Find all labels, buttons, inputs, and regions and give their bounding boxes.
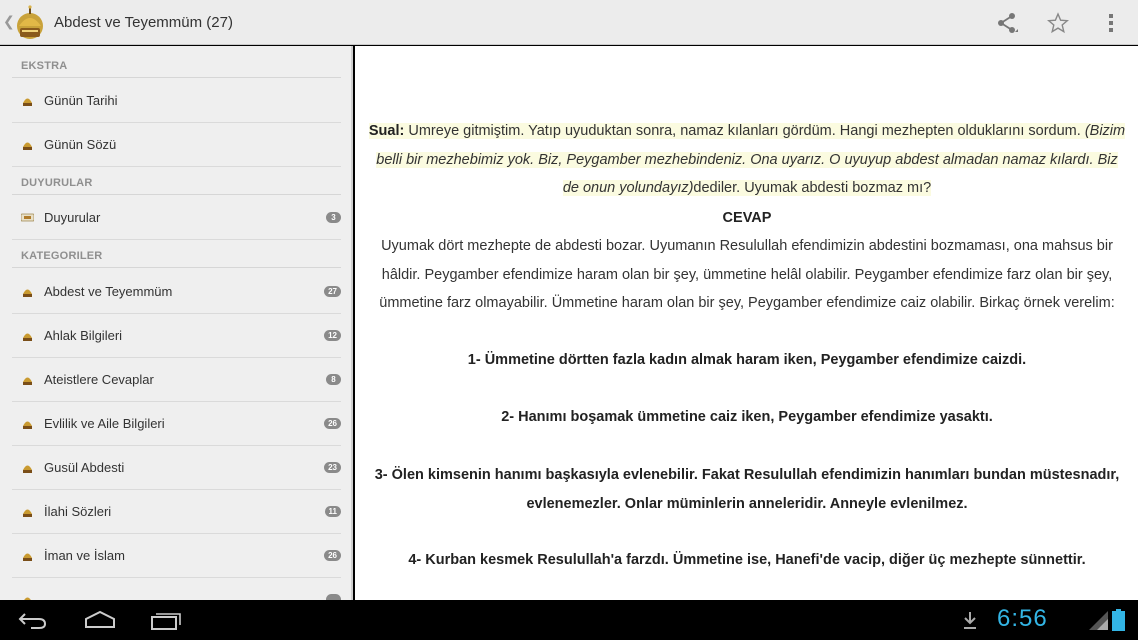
count-badge: 12 xyxy=(324,330,341,341)
mosque-icon xyxy=(23,377,32,385)
app-logo-icon[interactable] xyxy=(14,4,46,42)
drawer-item-gusul[interactable]: Gusül Abdesti 23 xyxy=(12,446,341,490)
section-header-ekstra: EKSTRA xyxy=(21,60,68,72)
action-bar: ❮ Abdest ve Teyemmüm (27) xyxy=(0,0,1138,45)
count-badge: 26 xyxy=(324,418,341,429)
drawer-item-label: Ateistlere Cevaplar xyxy=(44,372,154,387)
question-text: Umreye gitmiştim. Yatıp uyuduktan sonra,… xyxy=(404,123,1085,139)
count-badge: 3 xyxy=(326,212,341,223)
question-text-end: dediler. Uyumak abdesti bozmaz mı? xyxy=(693,180,932,197)
drawer-item-label: Abdest ve Teyemmüm xyxy=(44,284,173,299)
count-badge: 8 xyxy=(326,374,341,385)
drawer-item-label: Evlilik ve Aile Bilgileri xyxy=(44,416,165,431)
mosque-icon xyxy=(23,421,32,429)
back-icon[interactable] xyxy=(17,609,47,631)
page-title: Abdest ve Teyemmüm (27) xyxy=(54,14,233,31)
system-bar: 6:56 xyxy=(0,600,1138,640)
question-paragraph: Sual: Umreye gitmiştim. Yatıp uyuduktan … xyxy=(367,117,1127,203)
answer-point-2: 2- Hanımı boşamak ümmetine caiz iken, Pe… xyxy=(501,409,993,425)
sual-label: Sual: xyxy=(368,123,405,139)
drawer-item-label: Ahlak Bilgileri xyxy=(44,328,123,343)
divider xyxy=(12,194,341,195)
section-header-kategoriler: KATEGORILER xyxy=(21,250,103,262)
drawer-item-ahlak[interactable]: Ahlak Bilgileri 12 xyxy=(12,314,341,358)
drawer-item-abdest[interactable]: Abdest ve Teyemmüm 27 xyxy=(12,270,341,314)
divider xyxy=(12,77,341,78)
drawer-item-label: Gusül Abdesti xyxy=(44,460,125,475)
drawer-item-label: İman ve İslam xyxy=(44,548,125,563)
drawer-item-label: Günün Sözü xyxy=(44,137,117,152)
overflow-menu-icon xyxy=(1109,14,1113,32)
drawer-item-gunun-tarihi[interactable]: Günün Tarihi xyxy=(12,79,341,123)
count-badge: 27 xyxy=(324,286,341,297)
drawer-item-label: Duyurular xyxy=(44,210,101,225)
up-caret-icon[interactable]: ❮ xyxy=(3,13,15,30)
drawer-item-ilahi[interactable]: İlahi Sözleri 11 xyxy=(12,490,341,534)
download-icon xyxy=(964,612,976,629)
mosque-icon xyxy=(23,509,32,517)
battery-icon xyxy=(1112,609,1125,631)
drawer-item-gunun-sozu[interactable]: Günün Sözü xyxy=(12,123,341,167)
article-content: Sual: Umreye gitmiştim. Yatıp uyuduktan … xyxy=(355,46,1138,600)
count-badge: 26 xyxy=(324,550,341,561)
mosque-icon xyxy=(23,142,32,150)
share-button[interactable] xyxy=(992,8,1022,38)
overflow-menu-button[interactable] xyxy=(1096,8,1126,38)
answer-point-4: 4- Kurban kesmek Resulullah'a farzdı. Üm… xyxy=(408,552,1086,568)
cevap-heading: CEVAP xyxy=(722,210,772,226)
announcement-icon xyxy=(21,213,34,222)
answer-point-1: 1- Ümmetine dörtten fazla kadın almak ha… xyxy=(467,352,1027,368)
share-icon xyxy=(998,13,1018,33)
count-badge: 23 xyxy=(324,462,341,473)
answer-point-3: 3- Ölen kimsenin hanımı başkasıyla evlen… xyxy=(374,467,1120,512)
recent-apps-icon[interactable] xyxy=(150,609,182,631)
mosque-icon xyxy=(23,98,32,106)
mosque-icon xyxy=(23,289,32,297)
clock: 6:56 xyxy=(997,605,1048,632)
star-icon xyxy=(1047,12,1069,34)
drawer-item-partial[interactable] xyxy=(12,578,341,600)
favorite-button[interactable] xyxy=(1043,8,1073,38)
drawer-item-ateistlere[interactable]: Ateistlere Cevaplar 8 xyxy=(12,358,341,402)
count-badge: 11 xyxy=(324,506,341,517)
drawer-item-label: Günün Tarihi xyxy=(44,93,118,108)
mosque-icon xyxy=(24,597,31,600)
divider xyxy=(12,267,341,268)
section-header-duyurular: DUYURULAR xyxy=(21,177,93,189)
mosque-icon xyxy=(23,553,32,561)
mosque-icon xyxy=(23,333,32,341)
signal-icon xyxy=(1089,611,1108,630)
drawer-item-iman[interactable]: İman ve İslam 26 xyxy=(12,534,341,578)
drawer-item-label: İlahi Sözleri xyxy=(44,504,112,519)
answer-paragraph: Uyumak dört mezhepte de abdesti bozar. U… xyxy=(379,238,1115,312)
drawer-item-duyurular[interactable]: Duyurular 3 xyxy=(12,196,341,240)
drawer-item-evlilik[interactable]: Evlilik ve Aile Bilgileri 26 xyxy=(12,402,341,446)
home-icon[interactable] xyxy=(84,609,116,631)
mosque-icon xyxy=(23,465,32,473)
navigation-drawer: EKSTRA Günün Tarihi Günün Sözü DUYURULAR… xyxy=(0,46,353,600)
